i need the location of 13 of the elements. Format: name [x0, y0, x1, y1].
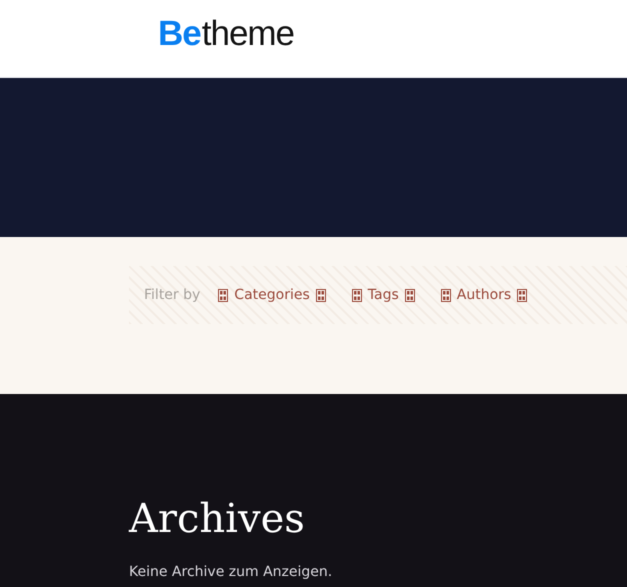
- filter-link[interactable]: Tags: [352, 287, 415, 303]
- missing-glyph-icon: [404, 288, 415, 302]
- missing-glyph-icon: [316, 288, 326, 302]
- filter-link[interactable]: Authors: [440, 287, 528, 303]
- logo[interactable]: Betheme: [158, 16, 294, 51]
- filter-label: Filter by: [144, 287, 200, 303]
- filter-link[interactable]: Categories: [218, 287, 326, 303]
- page-title: Archives: [129, 495, 306, 544]
- missing-glyph-icon: [352, 288, 362, 302]
- empty-message: Keine Archive zum Anzeigen.: [129, 564, 334, 580]
- missing-glyph-icon: [218, 288, 228, 302]
- missing-glyph-icon: [440, 288, 451, 302]
- missing-glyph-icon: [517, 288, 528, 302]
